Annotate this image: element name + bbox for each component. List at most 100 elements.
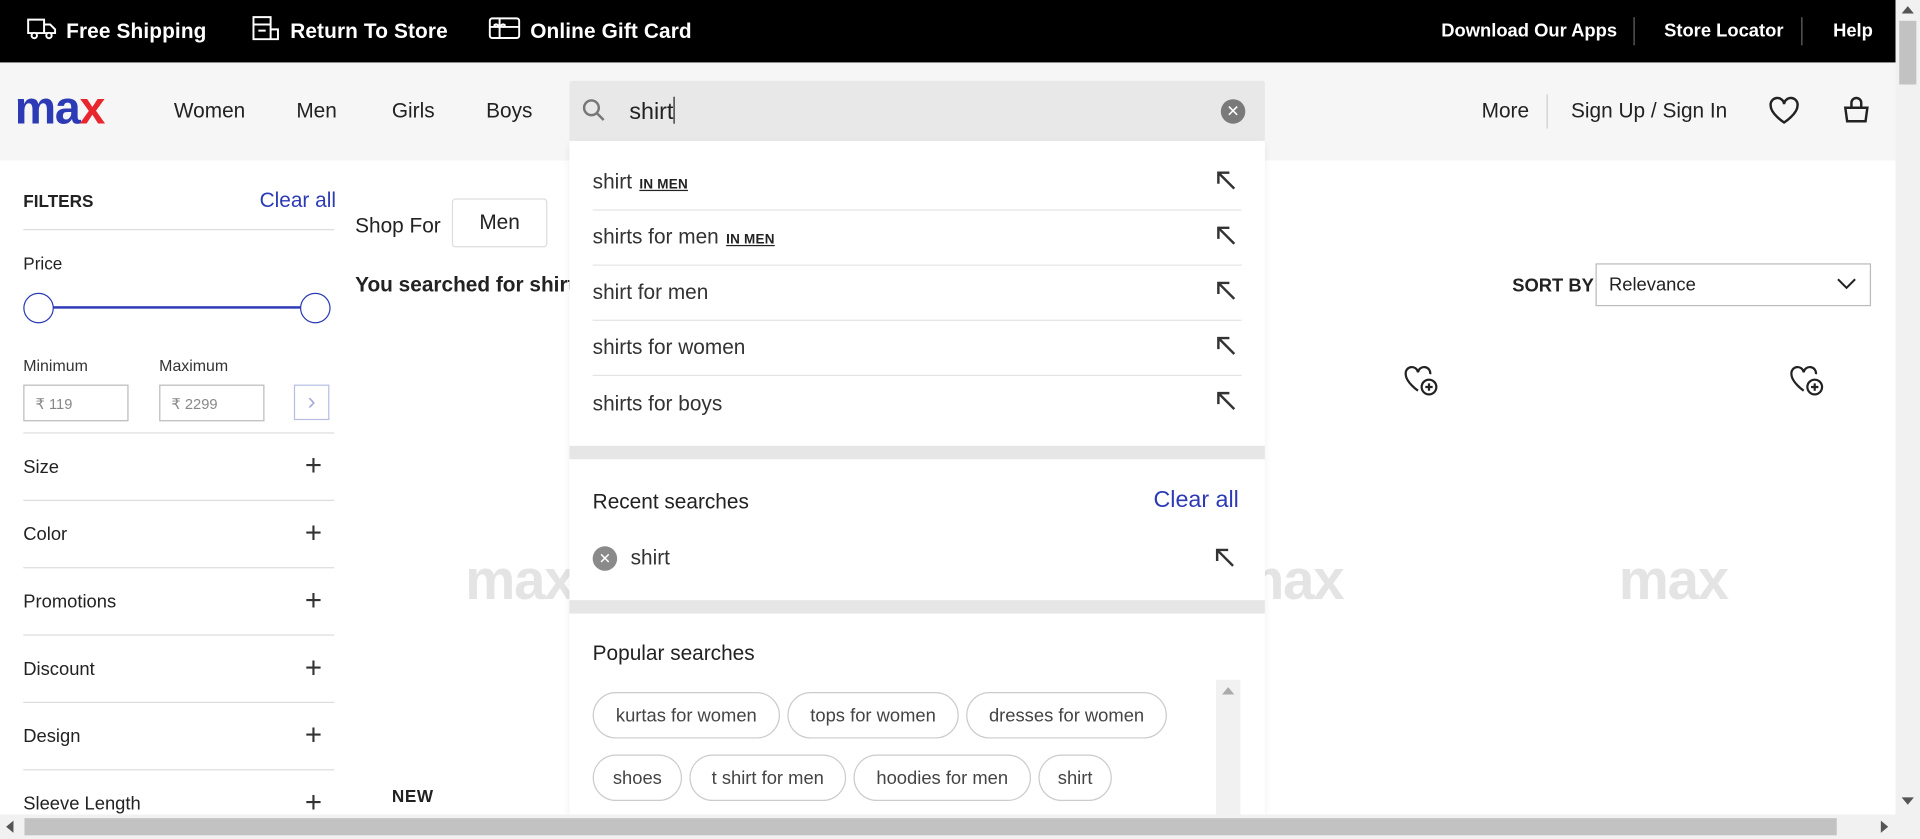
divider	[1633, 17, 1635, 46]
arrow-up-left-icon[interactable]	[1215, 334, 1237, 362]
scroll-down-icon[interactable]	[1901, 797, 1914, 805]
plus-icon: +	[304, 516, 323, 550]
scroll-up-icon[interactable]	[1901, 6, 1914, 14]
recent-search-text: shirt	[630, 546, 670, 570]
filter-label: Design	[23, 725, 81, 747]
shop-for-label: Shop For	[355, 214, 441, 238]
filters-sidebar: FILTERS Clear all Price Minimum Maximum …	[0, 160, 355, 839]
nav-girls[interactable]: Girls	[392, 62, 435, 160]
scroll-up-icon[interactable]	[1222, 687, 1235, 695]
popular-search-pill[interactable]: shirt	[1038, 754, 1112, 802]
scroll-left-icon[interactable]	[6, 820, 14, 833]
promo-return-to-store[interactable]: Return To Store	[251, 0, 448, 62]
help-link[interactable]: Help	[1833, 0, 1873, 62]
recent-searches-title: Recent searches	[592, 489, 749, 514]
max-logo[interactable]: max	[15, 85, 106, 134]
top-promo-bar: Free Shipping Return To Store Online Gif…	[0, 0, 1896, 63]
recent-search-item[interactable]: ✕ shirt	[592, 544, 1242, 574]
product-image-placeholder: max	[465, 547, 575, 612]
price-label: Price	[23, 253, 63, 274]
filter-color[interactable]: Color +	[23, 501, 335, 569]
search-icon	[582, 98, 606, 129]
download-apps-link[interactable]: Download Our Apps	[1441, 0, 1617, 62]
promo-gift-card[interactable]: Online Gift Card	[488, 0, 692, 62]
vertical-scrollbar[interactable]	[1895, 0, 1920, 815]
new-badge: NEW	[391, 786, 434, 806]
search-suggestions-dropdown: shirt IN MEN shirts for men IN MEN shirt f…	[569, 140, 1265, 815]
promo-label: Free Shipping	[66, 18, 207, 43]
truck-icon	[27, 16, 57, 47]
sort-select[interactable]: Relevance	[1595, 263, 1872, 307]
scrollbar-thumb[interactable]	[24, 818, 1837, 836]
shop-for-men-chip[interactable]: Men	[451, 198, 548, 248]
filter-size[interactable]: Size +	[23, 434, 335, 501]
divider	[23, 229, 335, 231]
suggestion-text: shirts for women	[592, 335, 746, 359]
filter-label: Promotions	[23, 590, 117, 612]
nav-women[interactable]: Women	[174, 62, 245, 160]
suggestion-item[interactable]: shirts for boys	[593, 376, 1242, 431]
filter-label: Sleeve Length	[23, 793, 141, 814]
suggestion-text: shirts for boys	[592, 391, 723, 415]
product-image-placeholder: max	[1618, 547, 1729, 612]
arrow-up-left-icon[interactable]	[1215, 279, 1237, 307]
arrow-up-left-icon[interactable]	[1213, 546, 1235, 574]
store-icon	[251, 15, 280, 48]
sort-value: Relevance	[1608, 274, 1696, 296]
store-locator-link[interactable]: Store Locator	[1664, 0, 1783, 62]
suggestion-item[interactable]: shirt IN MEN	[592, 156, 1242, 211]
popular-search-pill[interactable]: hoodies for men	[853, 754, 1032, 802]
filter-discount[interactable]: Discount +	[23, 636, 335, 704]
plus-icon: +	[304, 449, 323, 483]
popular-search-pill[interactable]: kurtas for women	[592, 692, 781, 739]
price-apply-button[interactable]: ›	[293, 384, 330, 421]
popular-search-pill[interactable]: dresses for women	[966, 692, 1167, 739]
more-menu[interactable]: More	[1482, 62, 1529, 160]
signin-link[interactable]: Sign Up / Sign In	[1571, 62, 1727, 160]
arrow-up-left-icon[interactable]	[1215, 389, 1237, 417]
popular-search-pill[interactable]: shoes	[592, 754, 683, 802]
promo-free-shipping[interactable]: Free Shipping	[27, 0, 207, 62]
price-max-input[interactable]: ₹ 2299	[159, 384, 265, 422]
divider	[1801, 17, 1803, 46]
heart-icon[interactable]	[1768, 96, 1800, 132]
remove-recent-icon[interactable]: ✕	[592, 546, 618, 571]
arrow-up-left-icon[interactable]	[1215, 168, 1237, 196]
sort-by-label: SORT BY	[1512, 275, 1594, 297]
filters-clear-all[interactable]: Clear all	[260, 189, 336, 213]
price-max-handle[interactable]	[300, 292, 331, 324]
add-to-wishlist-icon[interactable]	[1403, 364, 1440, 404]
popular-searches-title: Popular searches	[592, 641, 755, 666]
search-input[interactable]: shirt ✕	[569, 80, 1265, 143]
bag-icon[interactable]	[1842, 96, 1871, 132]
scrollbar-thumb[interactable]	[1899, 20, 1917, 85]
recent-clear-all[interactable]: Clear all	[1153, 487, 1238, 514]
section-divider	[569, 600, 1265, 614]
popular-search-pill[interactable]: t shirt for men	[689, 754, 847, 802]
suggestion-item[interactable]: shirts for women	[592, 321, 1242, 377]
arrow-up-left-icon[interactable]	[1215, 224, 1237, 252]
filter-design[interactable]: Design +	[23, 703, 335, 771]
suggestion-item[interactable]: shirts for men IN MEN	[592, 211, 1242, 266]
suggestion-context: IN MEN	[726, 232, 775, 248]
price-min-handle[interactable]	[23, 292, 54, 324]
filter-label: Size	[23, 456, 60, 478]
promo-label: Return To Store	[290, 18, 448, 43]
popular-scrollbar[interactable]	[1215, 679, 1241, 815]
gift-card-icon	[488, 16, 521, 47]
suggestion-item[interactable]: shirt for men	[592, 266, 1242, 321]
nav-men[interactable]: Men	[296, 62, 337, 160]
price-min-input[interactable]: ₹ 119	[23, 384, 129, 422]
clear-search-icon[interactable]: ✕	[1220, 99, 1246, 124]
add-to-wishlist-icon[interactable]	[1789, 364, 1826, 404]
horizontal-scrollbar[interactable]	[0, 814, 1920, 839]
price-range-track	[37, 306, 315, 309]
suggestion-text: shirt	[592, 170, 632, 194]
suggestion-text: shirt for men	[592, 280, 709, 304]
popular-search-pill[interactable]: tops for women	[787, 692, 959, 739]
plus-icon: +	[304, 584, 323, 618]
scroll-right-icon[interactable]	[1880, 820, 1889, 833]
filter-promotions[interactable]: Promotions +	[23, 568, 335, 636]
nav-boys[interactable]: Boys	[486, 62, 532, 160]
searched-for-text: You searched for shirt	[355, 273, 575, 297]
